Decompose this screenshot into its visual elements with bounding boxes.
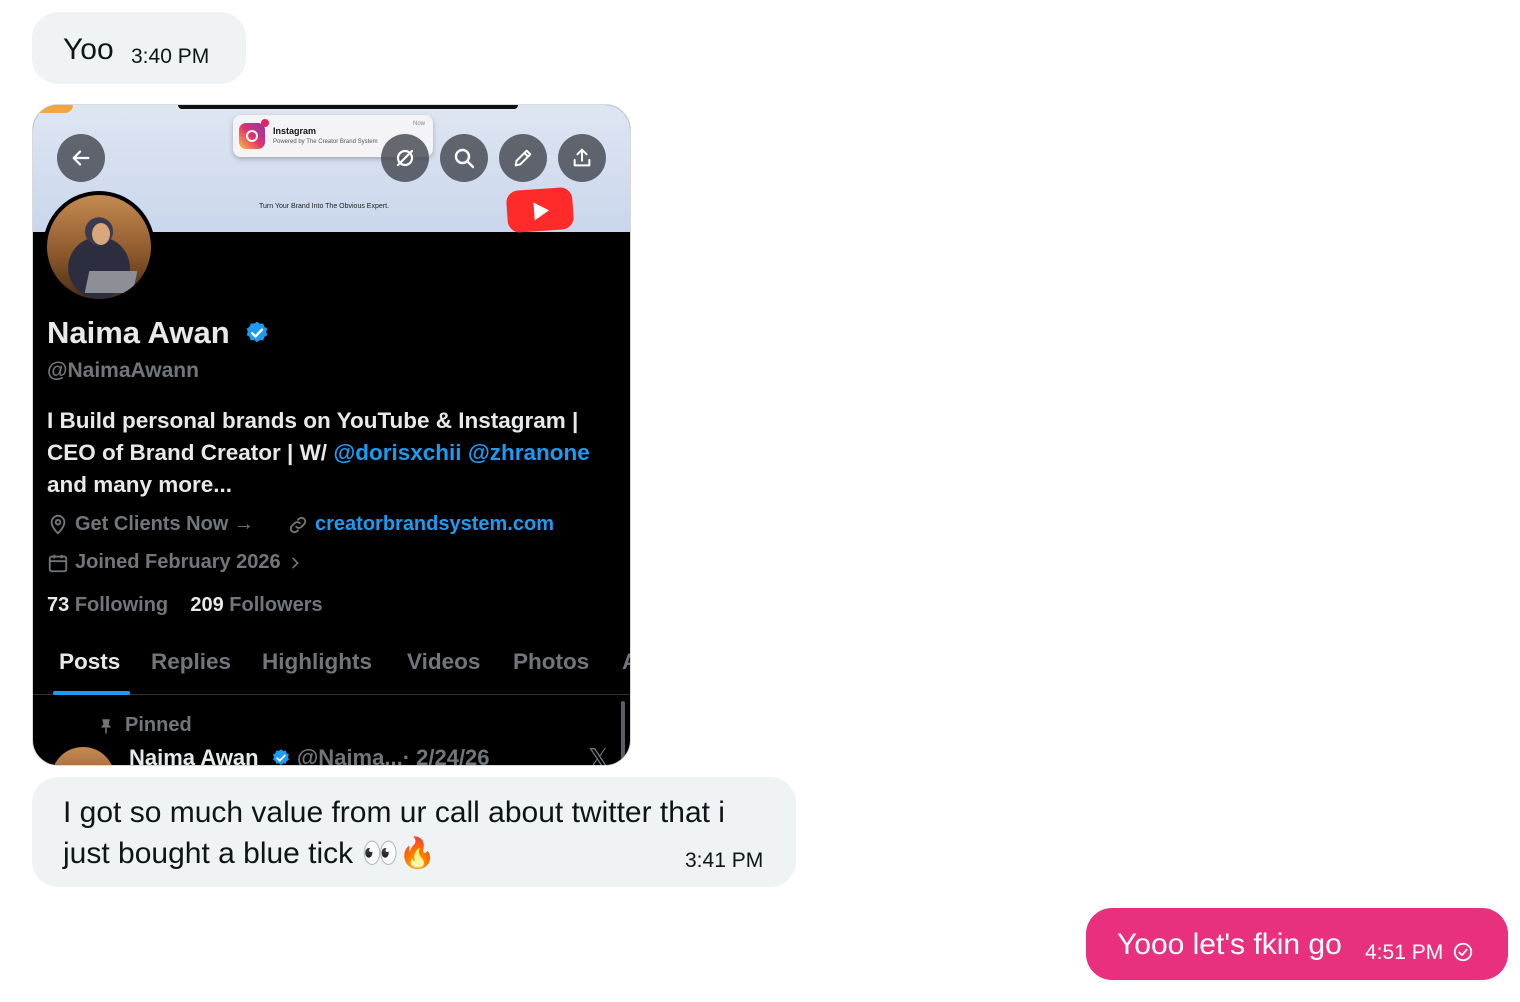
joined-text: Joined February 2026: [75, 551, 281, 573]
message-timestamp: 3:40 PM: [131, 45, 210, 68]
share-icon: [573, 148, 591, 167]
grok-icon: [396, 149, 414, 167]
location-text: Get Clients Now →: [75, 513, 254, 535]
message-timestamp: 4:51 PM: [1365, 941, 1444, 964]
post-author[interactable]: Naima Awan: [129, 745, 259, 765]
followers-count: 209: [190, 594, 224, 616]
youtube-icon: [505, 186, 575, 234]
avatar-face: [92, 223, 110, 245]
location-pin-icon: [50, 514, 66, 535]
search-button[interactable]: [440, 134, 488, 182]
tab-posts[interactable]: Posts: [59, 649, 120, 675]
message-bubble-outgoing[interactable]: Yooo let's fkin go 4:51 PM: [1086, 908, 1508, 980]
notification-time: Now: [412, 121, 425, 127]
post-handle: @Naima...: [296, 745, 403, 766]
profile-joined[interactable]: Joined February 2026: [47, 551, 303, 574]
scrollbar[interactable]: [621, 701, 625, 765]
pinned-label: Pinned: [97, 714, 192, 737]
instagram-icon: [239, 123, 265, 149]
back-button[interactable]: [57, 134, 105, 182]
tab-photos[interactable]: Photos: [513, 649, 589, 675]
search-icon: [454, 148, 475, 169]
followers-label: Followers: [229, 594, 323, 616]
bio-line: CEO of Brand Creator | W/ @dorisxchii @z…: [47, 437, 627, 469]
pencil-icon: [514, 149, 532, 167]
profile-bio: I Build personal brands on YouTube & Ins…: [47, 405, 627, 501]
profile-handle: @NaimaAwann: [47, 359, 199, 382]
post-avatar[interactable]: [51, 747, 115, 765]
pinned-text: Pinned: [125, 714, 192, 736]
link-icon: [289, 516, 307, 533]
banner-tagline: Turn Your Brand Into The Obvious Expert.: [259, 203, 389, 210]
share-button[interactable]: [558, 134, 606, 182]
message-text: I got so much value from ur call about t…: [63, 796, 725, 870]
website-link[interactable]: creatorbrandsystem.com: [315, 513, 554, 536]
profile-name-row: Naima Awan: [47, 315, 270, 351]
profile-stats: 73 Following 209 Followers: [47, 594, 323, 617]
notification-subtitle: Powered by The Creator Brand System: [273, 139, 378, 145]
pin-icon: [100, 718, 112, 733]
verified-badge-icon: [246, 321, 268, 343]
edit-button[interactable]: [499, 134, 547, 182]
grok-button[interactable]: [381, 134, 429, 182]
profile-location: Get Clients Now →: [47, 513, 254, 536]
phone-notch: [178, 105, 518, 109]
mention-link[interactable]: @dorisxchii: [333, 440, 461, 465]
message-text: Yooo let's fkin go: [1117, 928, 1342, 961]
profile-name: Naima Awan: [47, 315, 230, 350]
image-attachment[interactable]: Instagram Powered by The Creator Brand S…: [32, 104, 631, 766]
sent-check-icon: [1453, 942, 1473, 962]
tab-highlights[interactable]: Highlights: [262, 649, 372, 675]
post-header: Naima Awan @Naima...· 2/24/26: [129, 745, 490, 766]
tab-articles[interactable]: A: [622, 649, 630, 675]
avatar-laptop: [84, 271, 138, 293]
message-bubble-incoming[interactable]: I got so much value from ur call about t…: [32, 777, 796, 887]
notification-badge: [261, 119, 269, 127]
verified-badge-icon: [272, 749, 289, 765]
bio-line: and many more...: [47, 472, 233, 497]
following-stat[interactable]: 73 Following: [47, 594, 168, 616]
bio-line: I Build personal brands on YouTube & Ins…: [47, 408, 579, 433]
message-bubble-incoming[interactable]: Yoo 3:40 PM: [32, 12, 246, 84]
x-logo-icon: 𝕏: [588, 743, 609, 766]
notification-title: Instagram: [273, 126, 317, 136]
followers-stat[interactable]: 209 Followers: [190, 594, 322, 616]
mention-link[interactable]: @zhranone: [468, 440, 590, 465]
message-text: Yoo: [63, 33, 114, 66]
tab-videos[interactable]: Videos: [407, 649, 480, 675]
profile-avatar[interactable]: [43, 191, 155, 303]
following-label: Following: [74, 594, 169, 616]
banner-decoration: [33, 105, 73, 113]
post-date: · 2/24/26: [402, 745, 490, 766]
profile-website[interactable]: creatorbrandsystem.com: [287, 513, 554, 536]
profile-tabs: Posts Replies Highlights Videos Photos A: [33, 643, 630, 695]
arrow-left-icon: [72, 150, 90, 166]
tab-replies[interactable]: Replies: [151, 649, 231, 675]
bio-text: CEO of Brand Creator | W/: [47, 440, 334, 465]
message-timestamp: 3:41 PM: [685, 849, 764, 872]
active-tab-indicator: [53, 691, 130, 695]
following-count: 73: [47, 594, 70, 616]
calendar-icon: [48, 554, 68, 572]
chevron-right-icon: [291, 557, 299, 568]
